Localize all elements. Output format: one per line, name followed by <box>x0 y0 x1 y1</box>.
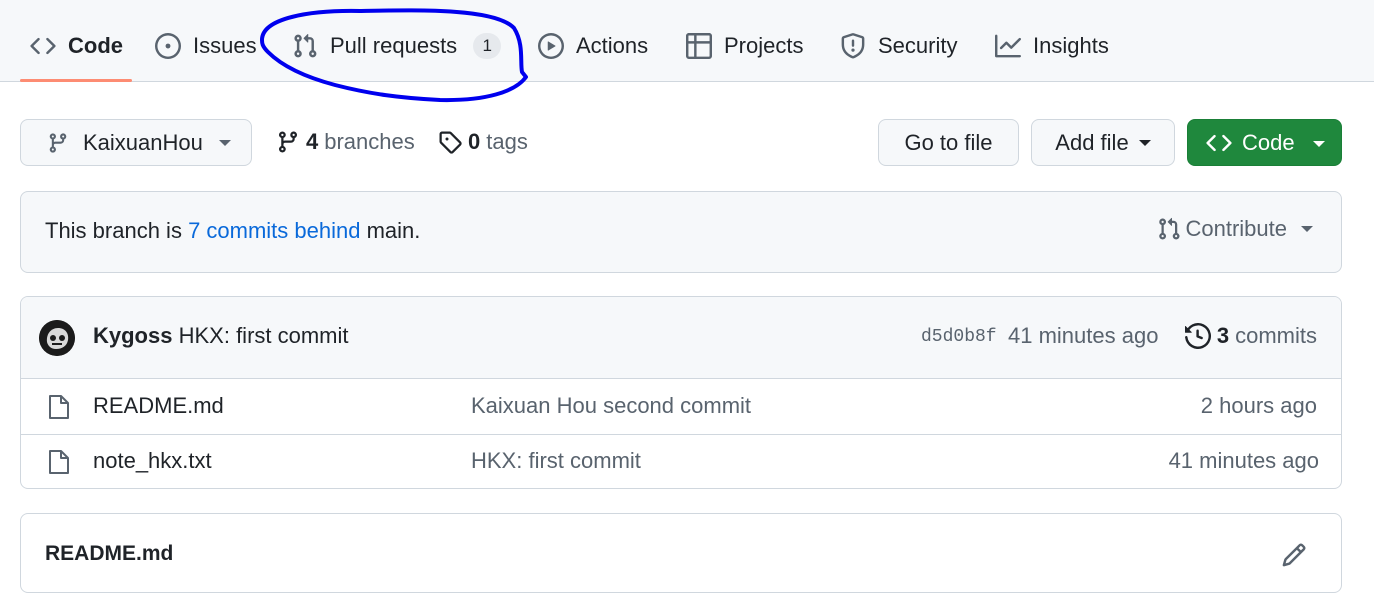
latest-commit-message: Kygoss HKX: first commit <box>93 323 349 349</box>
banner-prefix: This branch is <box>45 218 189 243</box>
file-name-link[interactable]: README.md <box>93 393 224 419</box>
tab-label: Issues <box>193 33 257 58</box>
git-pull-request-icon <box>292 33 318 59</box>
readme-title: README.md <box>45 542 174 565</box>
file-name-link[interactable]: note_hkx.txt <box>93 448 212 474</box>
branch-status-banner: This branch is 7 commits behind main. Co… <box>20 191 1342 273</box>
file-row: README.md Kaixuan Hou second commit 2 ho… <box>21 379 1341 435</box>
chevron-down-icon <box>1313 141 1325 147</box>
play-icon <box>538 33 564 59</box>
commit-sha[interactable]: d5d0b8f <box>921 327 997 347</box>
file-icon <box>47 449 71 475</box>
tags-link[interactable]: 0 tags <box>438 126 528 158</box>
tab-label: Projects <box>724 33 804 58</box>
file-commit-link[interactable]: Kaixuan Hou second commit <box>471 393 751 419</box>
git-pull-request-icon <box>1157 217 1181 241</box>
chevron-down-icon <box>218 139 231 146</box>
commits-count: 3 <box>1216 323 1230 348</box>
tab-insights[interactable]: Insights <box>995 22 1109 70</box>
selected-tab-underline <box>20 79 132 82</box>
file-commit-link[interactable]: HKX: first commit <box>471 448 641 474</box>
branch-select-button[interactable]: KaixuanHou <box>20 119 252 166</box>
tab-label: Pull requests <box>330 33 458 58</box>
tab-label: Insights <box>1033 33 1109 58</box>
add-file-label: Add file <box>1055 129 1129 155</box>
commit-message-link[interactable]: HKX: first commit <box>179 323 349 348</box>
tab-actions[interactable]: Actions <box>538 22 648 70</box>
issue-opened-icon <box>155 33 181 59</box>
tab-label: Security <box>878 33 958 58</box>
branches-label: branches <box>324 129 415 154</box>
readme-panel: README.md <box>20 513 1342 593</box>
tab-security[interactable]: Security <box>840 22 957 70</box>
go-to-file-button[interactable]: Go to file <box>878 119 1019 166</box>
branch-status-text: This branch is 7 commits behind main. <box>45 218 420 244</box>
banner-suffix: main. <box>360 218 421 243</box>
tab-label: Code <box>68 33 123 58</box>
tags-count: 0 <box>468 129 481 154</box>
tab-label: Actions <box>576 33 649 58</box>
tab-pull-requests[interactable]: Pull requests 1 <box>292 22 502 70</box>
tag-icon <box>438 130 462 154</box>
file-list: Kygoss HKX: first commit d5d0b8f 41 minu… <box>20 296 1342 489</box>
pull-requests-counter: 1 <box>473 33 502 59</box>
code-button-label: Code <box>1242 129 1295 155</box>
commits-behind-link[interactable]: 7 commits behind <box>188 218 360 243</box>
latest-commit-header: Kygoss HKX: first commit d5d0b8f 41 minu… <box>21 297 1341 379</box>
commit-author[interactable]: Kygoss <box>93 323 172 348</box>
graph-icon <box>995 33 1021 59</box>
git-branch-icon <box>276 130 300 154</box>
git-branch-icon <box>47 132 69 154</box>
chevron-down-icon <box>1138 139 1151 146</box>
file-age: 2 hours ago <box>1200 393 1317 418</box>
code-dropdown-button[interactable]: Code <box>1187 119 1342 166</box>
contribute-dropdown[interactable]: Contribute <box>1157 216 1313 242</box>
file-age: 41 minutes ago <box>1168 448 1319 473</box>
tags-label: tags <box>486 129 528 154</box>
commits-history-link[interactable]: 3 commits <box>1184 323 1317 349</box>
contribute-label: Contribute <box>1185 216 1287 241</box>
chevron-down-icon <box>1301 226 1313 232</box>
branches-count: 4 <box>306 129 319 154</box>
tab-code[interactable]: Code <box>30 22 123 70</box>
commits-label: commits <box>1235 323 1317 348</box>
branch-name: KaixuanHou <box>83 129 203 155</box>
code-icon <box>1206 130 1232 156</box>
avatar[interactable] <box>39 320 75 356</box>
history-icon <box>1184 323 1211 349</box>
repo-nav-tabs: Code Issues Pull requests 1 Actions Proj… <box>0 0 1374 82</box>
table-icon <box>686 33 712 59</box>
branches-link[interactable]: 4 branches <box>276 126 415 158</box>
add-file-button[interactable]: Add file <box>1031 119 1175 166</box>
pencil-icon[interactable] <box>1281 542 1307 568</box>
tab-projects[interactable]: Projects <box>686 22 803 70</box>
code-icon <box>30 33 56 59</box>
commit-time: 41 minutes ago <box>1008 323 1159 348</box>
file-row: note_hkx.txt HKX: first commit 41 minute… <box>21 434 1341 488</box>
tab-issues[interactable]: Issues <box>155 22 257 70</box>
shield-icon <box>840 33 866 59</box>
file-icon <box>47 394 71 420</box>
